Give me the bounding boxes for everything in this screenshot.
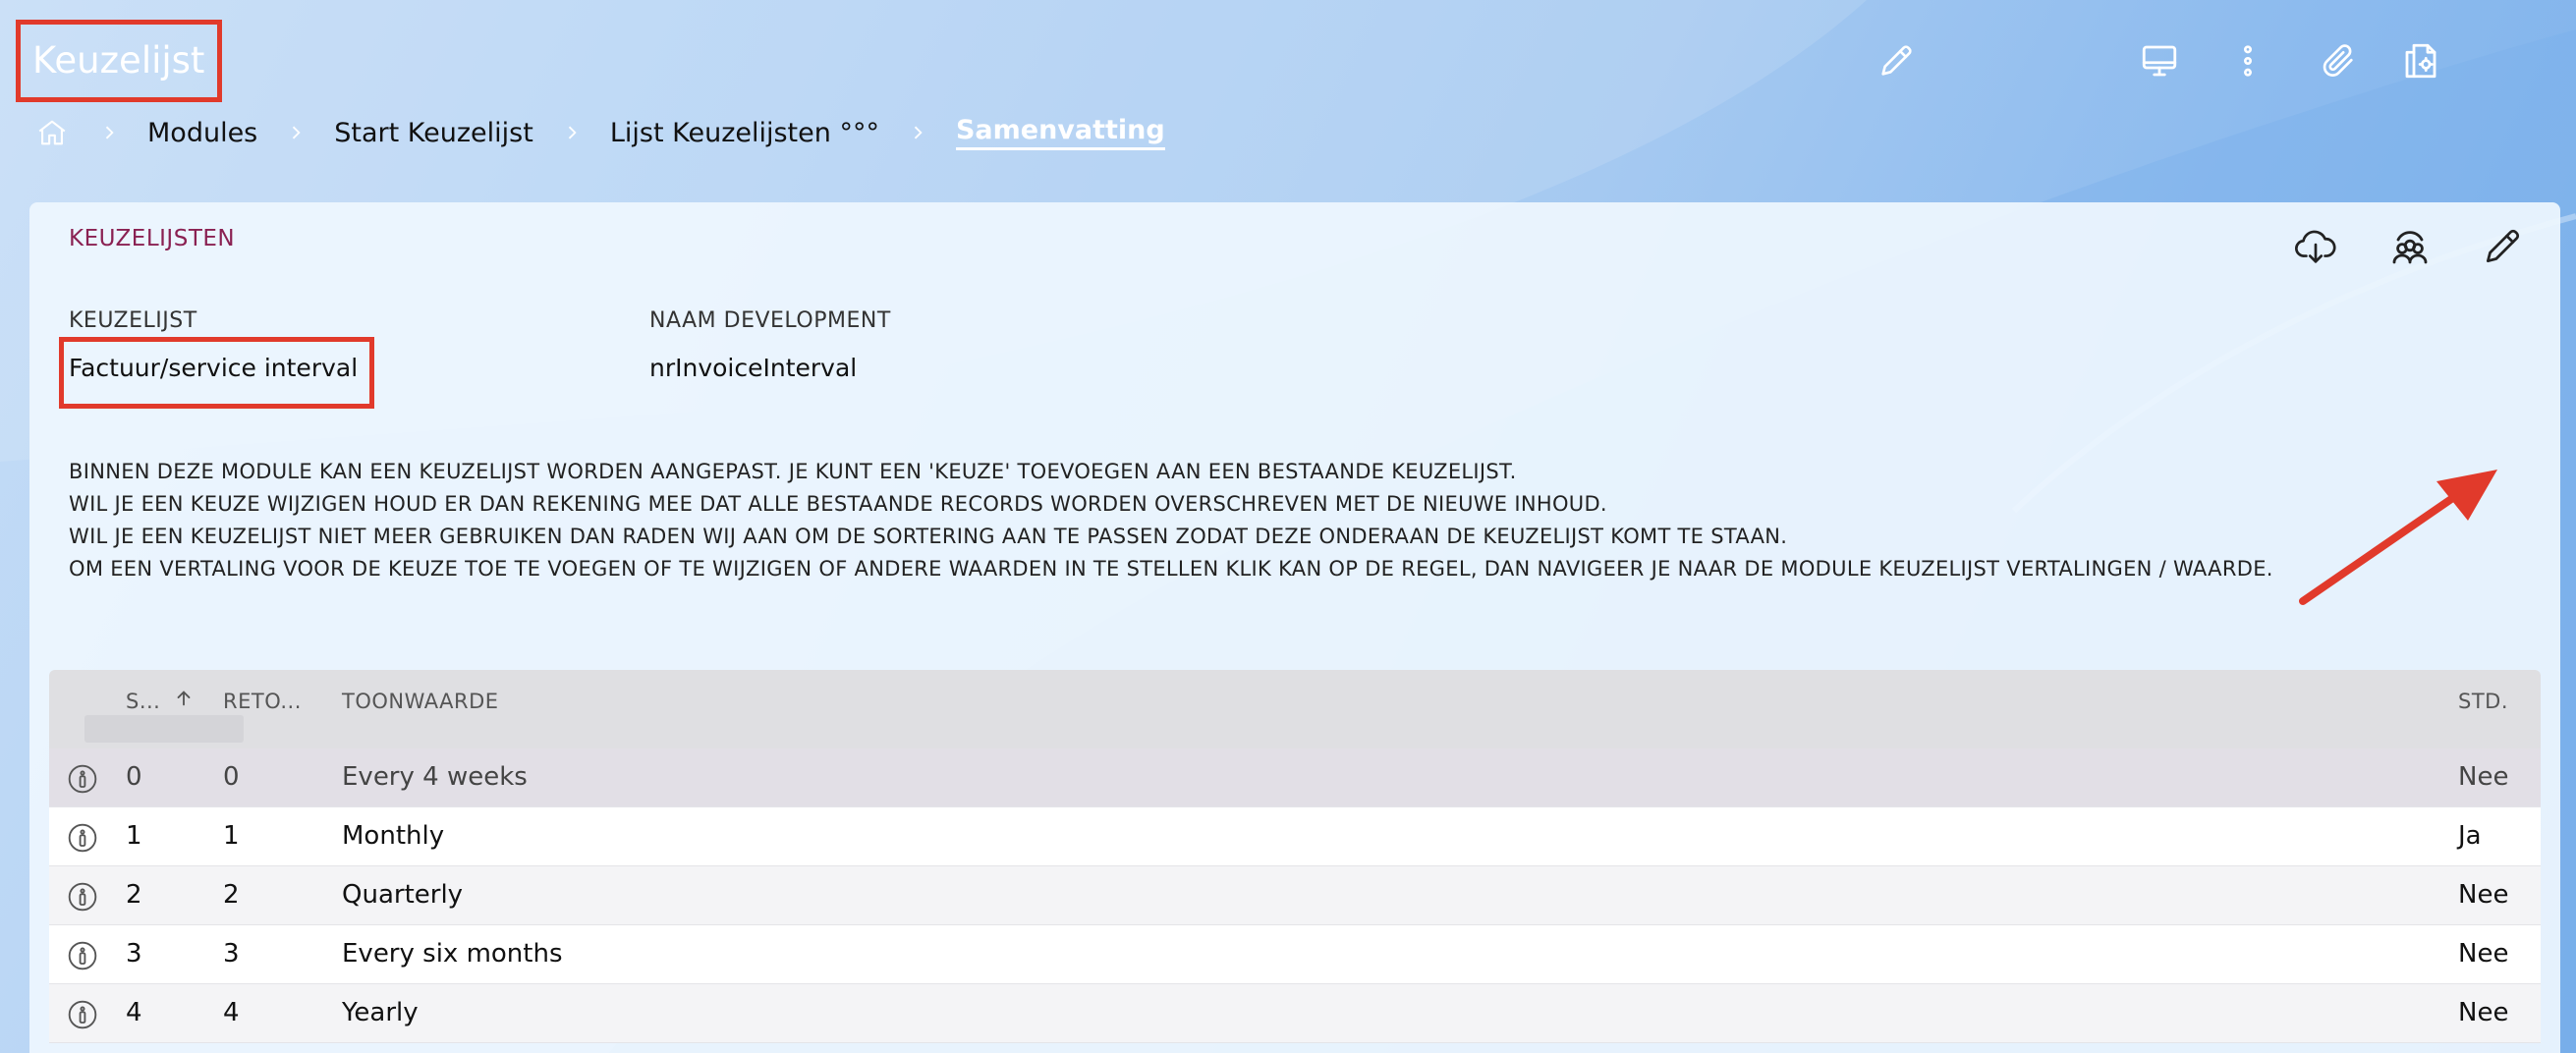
description-line: BINNEN DEZE MODULE KAN EEN KEUZELIJST WO… [69, 460, 1517, 483]
info-icon[interactable] [67, 999, 98, 1030]
cell-std: Nee [2458, 880, 2509, 910]
description-line: WIL JE EEN KEUZE WIJZIGEN HOUD ER DAN RE… [69, 492, 1607, 516]
chevron-right-icon [903, 118, 932, 147]
more-vertical-icon[interactable] [2224, 37, 2271, 84]
cell-display: Yearly [342, 998, 419, 1027]
cell-std: Ja [2458, 821, 2482, 851]
cell-display: Every six months [342, 939, 563, 969]
info-icon[interactable] [67, 763, 98, 795]
description-line: OM EEN VERTALING VOOR DE KEUZE TOE TE VO… [69, 557, 2273, 581]
naam-development-label: NAAM DEVELOPMENT [649, 308, 891, 333]
table-row[interactable]: 1 1 Monthly Ja [49, 807, 2541, 866]
cell-return: 2 [223, 880, 240, 910]
cell-return: 3 [223, 939, 240, 969]
cell-std: Nee [2458, 762, 2509, 792]
cloud-download-icon[interactable] [2289, 220, 2342, 273]
column-sort[interactable]: S... [126, 690, 160, 713]
cell-display: Every 4 weeks [342, 762, 528, 792]
annotation-arrow [2299, 470, 2497, 605]
edit-pencil-icon[interactable] [2476, 220, 2529, 273]
cell-sort: 4 [126, 998, 142, 1027]
chevron-right-icon [94, 118, 124, 147]
breadcrumb-start-keuzelijst[interactable]: Start Keuzelijst [334, 118, 533, 148]
info-icon[interactable] [67, 822, 98, 854]
cell-sort: 2 [126, 880, 142, 910]
breadcrumb-samenvatting[interactable]: Samenvatting [955, 115, 1165, 150]
cell-std: Nee [2458, 998, 2509, 1027]
keuzelijst-value: Factuur/service interval [69, 354, 359, 382]
breadcrumb-lijst-keuzelijsten[interactable]: Lijst Keuzelijsten °°° [610, 118, 879, 148]
info-icon[interactable] [67, 940, 98, 971]
table-header: S... RETO... TOONWAARDE STD. [49, 670, 2541, 748]
naam-development-value: nrInvoiceInterval [649, 354, 858, 382]
cell-display: Quarterly [342, 880, 464, 910]
cell-display: Monthly [342, 821, 445, 851]
table-row[interactable]: 0 0 Every 4 weeks Nee [49, 748, 2541, 807]
users-icon[interactable] [2383, 220, 2436, 273]
info-icon[interactable] [67, 881, 98, 913]
arrow-up-icon[interactable] [173, 686, 195, 716]
top-toolbar [0, 37, 2576, 86]
cell-return: 0 [223, 762, 240, 792]
home-icon[interactable] [33, 114, 71, 151]
cell-std: Nee [2458, 939, 2509, 969]
panel-heading: KEUZELIJSTEN [69, 226, 236, 251]
keuzelijst-label: KEUZELIJST [69, 308, 197, 333]
module-description: BINNEN DEZE MODULE KAN EEN KEUZELIJST WO… [69, 456, 2525, 585]
description-line: WIL JE EEN KEUZELIJST NIET MEER GEBRUIKE… [69, 525, 1788, 548]
pencil-icon[interactable] [1873, 37, 1920, 84]
document-settings-icon[interactable] [2397, 37, 2444, 84]
cell-sort: 3 [126, 939, 142, 969]
column-std[interactable]: STD. [2458, 690, 2508, 713]
sort-indicator [84, 715, 244, 743]
paperclip-icon[interactable] [2315, 37, 2362, 84]
chevron-right-icon [281, 118, 310, 147]
cell-sort: 1 [126, 821, 142, 851]
cell-return: 1 [223, 821, 240, 851]
table-row[interactable]: 4 4 Yearly Nee [49, 984, 2541, 1043]
chevron-right-icon [557, 118, 587, 147]
table-row[interactable]: 3 3 Every six months Nee [49, 925, 2541, 984]
monitor-icon[interactable] [2136, 37, 2183, 84]
breadcrumb: Modules Start Keuzelijst Lijst Keuzelijs… [33, 110, 1165, 155]
cell-sort: 0 [126, 762, 142, 792]
choice-table: S... RETO... TOONWAARDE STD. 0 0 Every 4… [49, 670, 2541, 1043]
breadcrumb-modules[interactable]: Modules [147, 118, 257, 148]
cell-return: 4 [223, 998, 240, 1027]
column-return[interactable]: RETO... [223, 690, 302, 713]
column-display[interactable]: TOONWAARDE [342, 690, 499, 713]
table-row[interactable]: 2 2 Quarterly Nee [49, 866, 2541, 925]
summary-panel: KEUZELIJSTEN KEUZELIJST NAAM DEVELOPMENT… [29, 202, 2560, 1053]
